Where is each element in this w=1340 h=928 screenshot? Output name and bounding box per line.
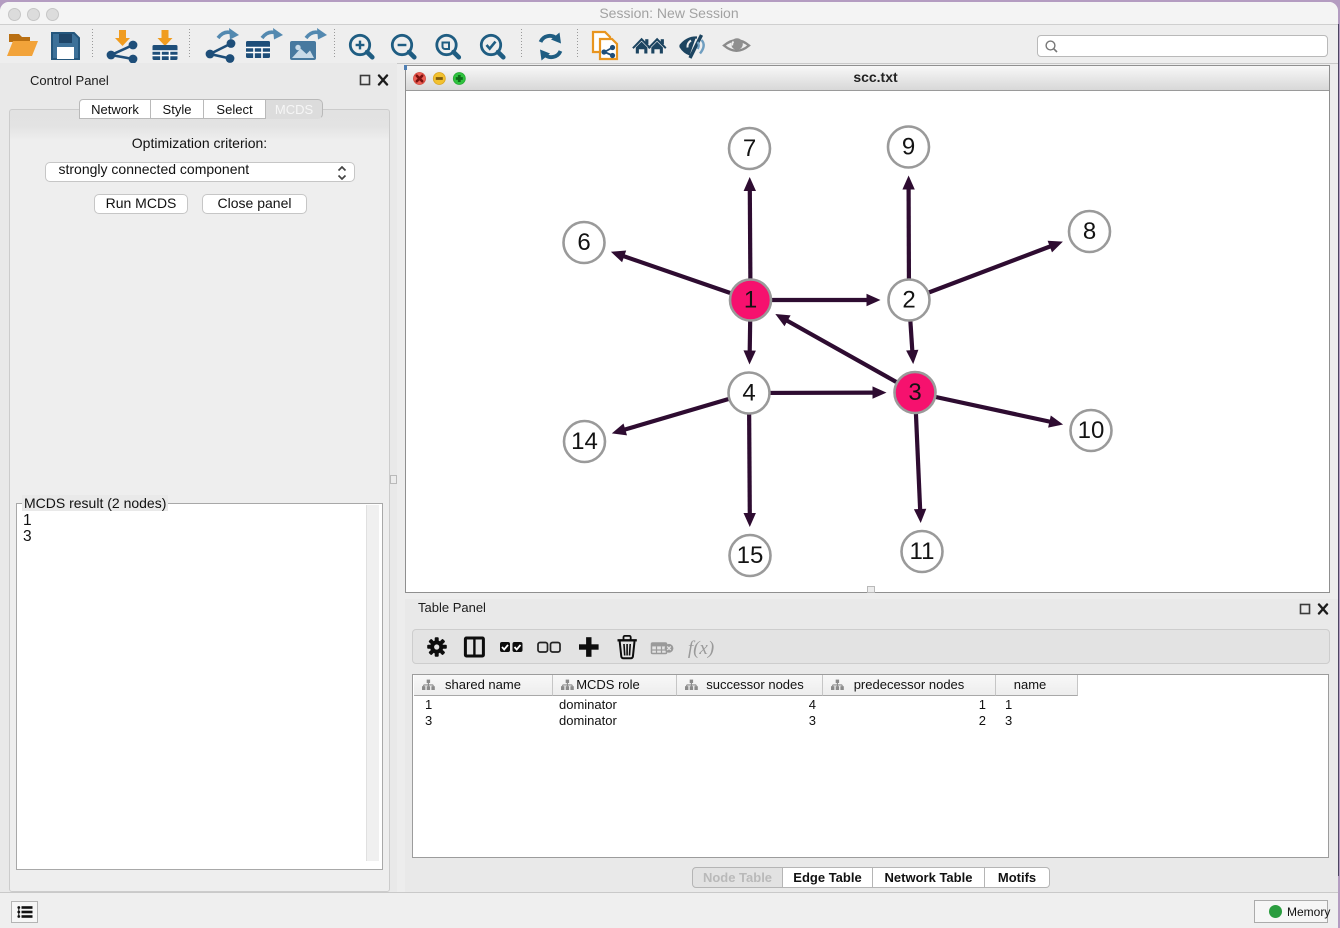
svg-text:9: 9 (902, 133, 915, 160)
svg-text:f(x): f(x) (688, 638, 714, 659)
svg-text:8: 8 (1083, 218, 1096, 245)
svg-text:10: 10 (1078, 417, 1105, 444)
svg-text:11: 11 (910, 538, 935, 565)
svg-text:4: 4 (742, 379, 755, 406)
svg-text:6: 6 (577, 229, 590, 256)
svg-text:1: 1 (744, 286, 757, 313)
svg-text:3: 3 (908, 379, 921, 406)
svg-text:7: 7 (743, 135, 756, 162)
svg-text:14: 14 (571, 428, 598, 455)
svg-text:2: 2 (902, 286, 915, 313)
svg-text:15: 15 (737, 542, 764, 569)
